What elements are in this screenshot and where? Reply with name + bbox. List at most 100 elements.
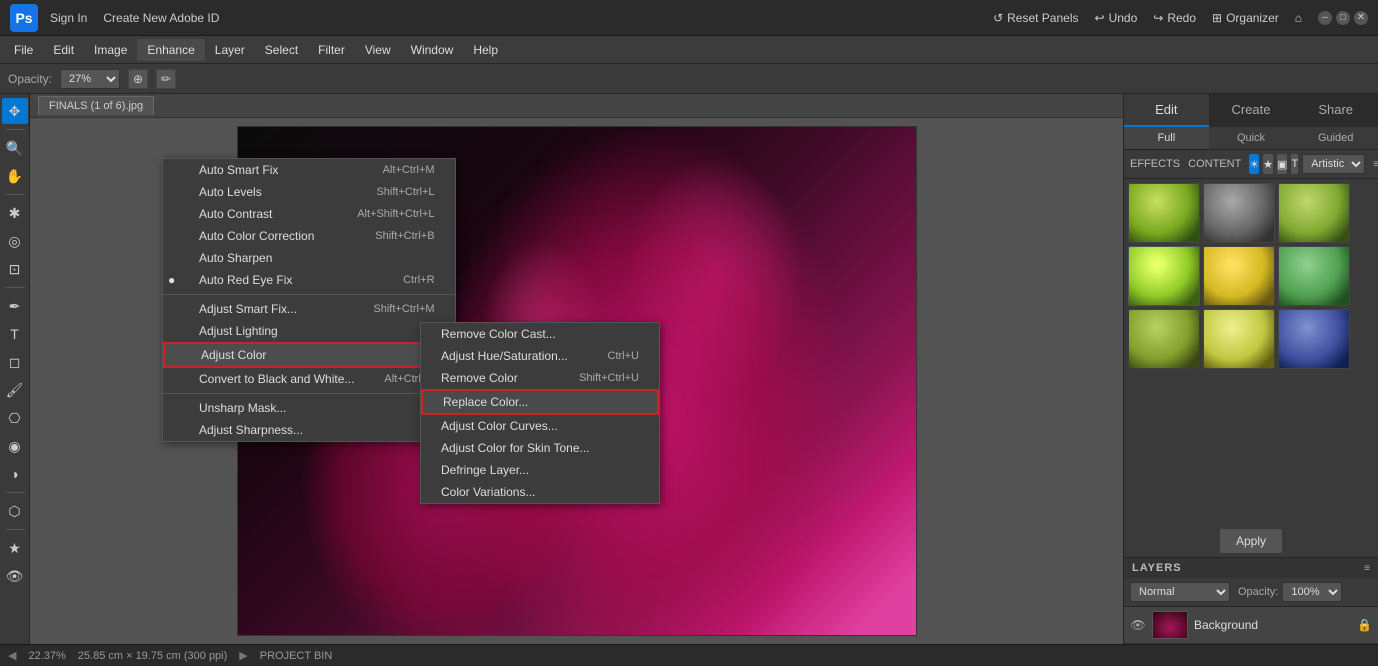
tab-guided[interactable]: Guided: [1293, 127, 1378, 149]
tool-eraser[interactable]: ◻: [2, 349, 28, 375]
menu-item-adjust-lighting[interactable]: Adjust Lighting ▶: [163, 320, 455, 342]
menu-item-adjust-skin-tone[interactable]: Adjust Color for Skin Tone...: [421, 437, 659, 459]
effects-icon-star[interactable]: ★: [1263, 154, 1273, 174]
tool-shape[interactable]: ⬡: [2, 498, 28, 524]
tool-move[interactable]: ✥: [2, 98, 28, 124]
menu-item-unsharp-mask[interactable]: Unsharp Mask...: [163, 397, 455, 419]
menu-item-color-variations[interactable]: Color Variations...: [421, 481, 659, 503]
tool-zoom[interactable]: 🔍: [2, 135, 28, 161]
menu-item-adjust-color[interactable]: Adjust Color ▶: [163, 342, 455, 368]
minimize-btn[interactable]: –: [1318, 11, 1332, 25]
menu-item-adjust-hue-sat[interactable]: Adjust Hue/Saturation... Ctrl+U: [421, 345, 659, 367]
menu-select[interactable]: Select: [255, 39, 308, 61]
app-logo: Ps: [10, 4, 38, 32]
menu-item-defringe[interactable]: Defringe Layer...: [421, 459, 659, 481]
effects-icon-sun[interactable]: ☀: [1249, 154, 1259, 174]
menu-item-label: Adjust Color: [201, 348, 266, 362]
effect-thumb-3[interactable]: [1278, 183, 1350, 243]
effect-thumb-7[interactable]: [1128, 309, 1200, 369]
layer-visibility-toggle[interactable]: 👁: [1130, 617, 1146, 633]
tool-lasso[interactable]: ◎: [2, 228, 28, 254]
menu-layer[interactable]: Layer: [205, 39, 255, 61]
effect-thumb-5[interactable]: [1203, 246, 1275, 306]
effect-thumb-4[interactable]: [1128, 246, 1200, 306]
menu-filter[interactable]: Filter: [308, 39, 355, 61]
redo-btn[interactable]: ↪ Redo: [1153, 11, 1196, 25]
menu-item-auto-color-correction[interactable]: Auto Color Correction Shift+Ctrl+B: [163, 225, 455, 247]
tool-custom[interactable]: ★: [2, 535, 28, 561]
tool-eye[interactable]: 👁: [2, 563, 28, 589]
opacity-select[interactable]: 27%: [60, 69, 120, 89]
home-btn[interactable]: ⌂: [1295, 11, 1302, 25]
effect-thumb-2[interactable]: [1203, 183, 1275, 243]
menu-item-label: Defringe Layer...: [441, 463, 529, 477]
toolbar-separator-2: [5, 194, 25, 195]
menu-item-auto-sharpen[interactable]: Auto Sharpen: [163, 247, 455, 269]
tool-clone[interactable]: ⎔: [2, 405, 28, 431]
tab-create[interactable]: Create: [1209, 94, 1294, 127]
style-select[interactable]: Artistic: [1302, 154, 1365, 174]
reset-panels-btn[interactable]: ↺ Reset Panels: [993, 11, 1078, 25]
effect-thumb-8[interactable]: [1203, 309, 1275, 369]
menu-enhance[interactable]: Enhance: [137, 39, 204, 61]
tab-quick[interactable]: Quick: [1209, 127, 1294, 149]
tool-crop[interactable]: ⊡: [2, 256, 28, 282]
effect-thumb-1[interactable]: [1128, 183, 1200, 243]
menu-item-convert-bw[interactable]: Convert to Black and White... Alt+Ctrl+B: [163, 368, 455, 390]
tool-dodge[interactable]: ◑: [2, 461, 28, 487]
effects-icon-frame[interactable]: ▣: [1277, 154, 1287, 174]
tool-magic-wand[interactable]: ✱: [2, 200, 28, 226]
menu-item-auto-levels[interactable]: Auto Levels Shift+Ctrl+L: [163, 181, 455, 203]
effects-icon-text[interactable]: T: [1291, 154, 1298, 174]
menu-edit[interactable]: Edit: [43, 39, 84, 61]
tool-blur[interactable]: ◉: [2, 433, 28, 459]
menu-item-auto-smart-fix[interactable]: Auto Smart Fix Alt+Ctrl+M: [163, 159, 455, 181]
tool-icon-1[interactable]: ⊕: [128, 69, 148, 89]
menu-file[interactable]: File: [4, 39, 43, 61]
menu-item-remove-color-cast[interactable]: Remove Color Cast...: [421, 323, 659, 345]
maximize-btn[interactable]: □: [1336, 11, 1350, 25]
menu-item-remove-color[interactable]: Remove Color Shift+Ctrl+U: [421, 367, 659, 389]
menu-item-adjust-color-curves[interactable]: Adjust Color Curves...: [421, 415, 659, 437]
tool-paint[interactable]: 🖌: [2, 377, 28, 403]
undo-btn[interactable]: ↩ Undo: [1095, 11, 1138, 25]
close-btn[interactable]: ✕: [1354, 11, 1368, 25]
menu-item-replace-color[interactable]: Replace Color...: [421, 389, 659, 415]
layers-controls: Normal Opacity: 100%: [1124, 578, 1378, 607]
menu-item-adjust-smart-fix[interactable]: Adjust Smart Fix... Shift+Ctrl+M: [163, 298, 455, 320]
toolbar-separator-4: [5, 492, 25, 493]
layer-row-background[interactable]: 👁 Background 🔒: [1124, 607, 1378, 644]
right-panel: Edit Create Share Full Quick Guided EFFE…: [1123, 94, 1378, 644]
sign-in-link[interactable]: Sign In: [50, 11, 87, 25]
create-id-link[interactable]: Create New Adobe ID: [103, 11, 219, 25]
menu-item-adjust-sharpness[interactable]: Adjust Sharpness...: [163, 419, 455, 441]
tab-edit[interactable]: Edit: [1124, 94, 1209, 127]
menu-window[interactable]: Window: [401, 39, 464, 61]
nav-prev-icon[interactable]: ◀: [8, 649, 16, 662]
organizer-btn[interactable]: ⊞ Organizer: [1212, 11, 1279, 25]
effects-expand-icon[interactable]: ≡: [1373, 159, 1378, 170]
layers-opacity-select[interactable]: 100%: [1282, 582, 1342, 602]
blend-mode-select[interactable]: Normal: [1130, 582, 1230, 602]
layers-expand-icon[interactable]: ≡: [1364, 563, 1370, 574]
tool-icon-2[interactable]: ✏: [156, 69, 176, 89]
menu-view[interactable]: View: [355, 39, 401, 61]
tool-text[interactable]: T: [2, 321, 28, 347]
tool-eyedropper[interactable]: ✒: [2, 293, 28, 319]
effect-thumb-6[interactable]: [1278, 246, 1350, 306]
nav-next-icon[interactable]: ▶: [239, 649, 247, 662]
apply-button[interactable]: Apply: [1220, 529, 1282, 553]
tab-share[interactable]: Share: [1293, 94, 1378, 127]
layers-panel: LAYERS ≡ Normal Opacity: 100% 👁 Backgrou…: [1124, 557, 1378, 644]
opacity-label: Opacity:: [8, 72, 52, 86]
layer-thumb-inner: [1153, 612, 1187, 638]
adjust-color-dropdown: Remove Color Cast... Adjust Hue/Saturati…: [420, 322, 660, 504]
menu-item-auto-red-eye[interactable]: ● Auto Red Eye Fix Ctrl+R: [163, 269, 455, 291]
menu-image[interactable]: Image: [84, 39, 137, 61]
effect-thumb-9[interactable]: [1278, 309, 1350, 369]
menu-item-auto-contrast[interactable]: Auto Contrast Alt+Shift+Ctrl+L: [163, 203, 455, 225]
document-tab[interactable]: FINALS (1 of 6).jpg: [38, 96, 154, 115]
menu-help[interactable]: Help: [463, 39, 508, 61]
tool-hand[interactable]: ✋: [2, 163, 28, 189]
tab-full[interactable]: Full: [1124, 127, 1209, 149]
